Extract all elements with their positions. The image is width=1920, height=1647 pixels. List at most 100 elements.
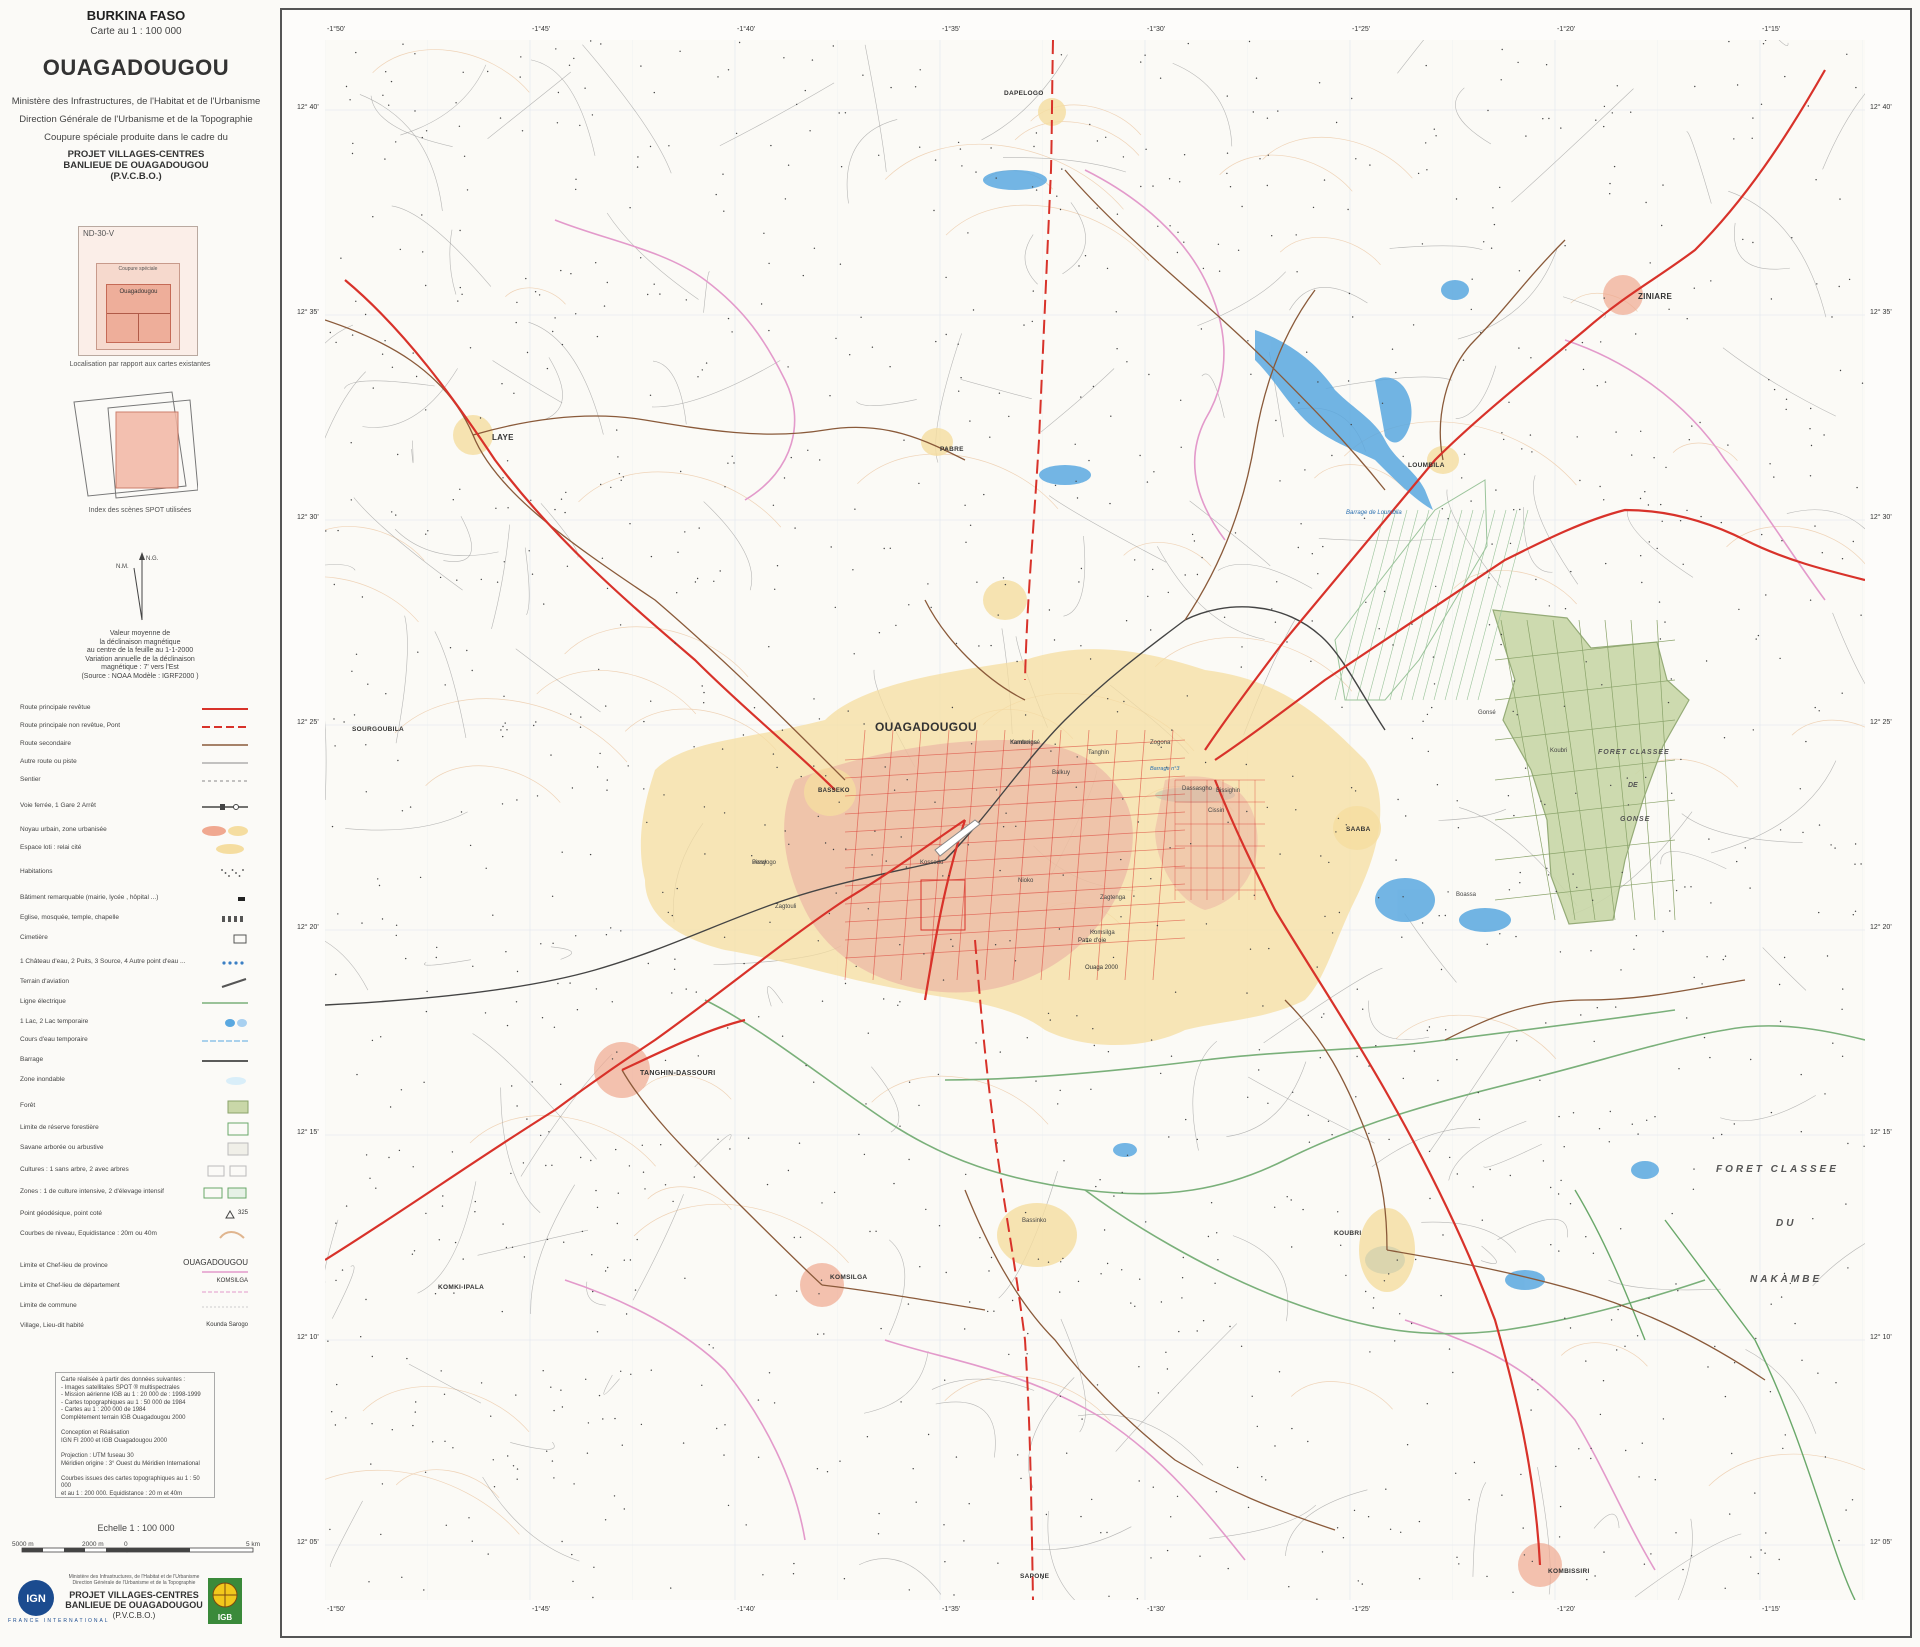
longitude-tick-bottom: -1°40' (737, 1606, 756, 1613)
legend-symbol-commune (200, 1300, 250, 1314)
forest-nakambe-label-3: NAKAMBE (1750, 1274, 1823, 1285)
legend-row: Voie ferrée, 1 Gare 2 Arrêt (18, 800, 250, 814)
ministry-line: Ministère des Infrastructures, de l'Habi… (11, 96, 261, 107)
legend-label: Limite et Chef-lieu de département (20, 1282, 120, 1289)
legend-symbol-brown-line (200, 738, 250, 752)
legend-row: Bâtiment remarquable (mairie, lycée , hô… (18, 892, 250, 906)
legend-symbol-rail (200, 800, 250, 814)
legend-symbol-church (200, 912, 250, 926)
igb-logo-icon: IGB (208, 1578, 242, 1624)
legend-row: Eglise, mosquée, temple, chapelle (18, 912, 250, 926)
legend-row: Forêt (18, 1100, 250, 1114)
legend-row: Barrage (18, 1054, 250, 1068)
legend-label: Zones : 1 de culture intensive, 2 d'élev… (20, 1188, 164, 1195)
city-label-komki-ipala: KOMKI-IPALA (438, 1284, 485, 1291)
city-label-ouagadougou: OUAGADOUGOU (875, 720, 977, 734)
map-margin-panel: BURKINA FASO Carte au 1 : 100 000 OUAGAD… (0, 0, 272, 1647)
longitude-tick-bottom: -1°45' (532, 1606, 551, 1613)
legend-row: Terrain d'aviation (18, 976, 250, 990)
village-label: Zagtouli (775, 904, 797, 910)
legend-label: Limite de réserve forestière (20, 1124, 99, 1131)
legend-province-value: OUAGADOUGOU (183, 1258, 248, 1267)
legend-symbol-red-dash (200, 720, 250, 734)
legend-label: Sentier (20, 776, 41, 783)
latitude-tick-right: 12° 40' (1870, 104, 1892, 111)
location-caption: Localisation par rapport aux cartes exis… (69, 361, 211, 368)
legend-row: Limite de commune (18, 1300, 250, 1314)
latitude-tick-left: 12° 05' (297, 1539, 319, 1546)
note-line: Complètement terrain IGB Ouagadougou 200… (61, 1414, 186, 1421)
legend-row: Zones : 1 de culture intensive, 2 d'élev… (18, 1186, 250, 1200)
project-line-3: (P.V.C.B.O.) (110, 171, 162, 182)
scale-middle-label: 2000 m (82, 1541, 104, 1548)
longitude-tick-bottom: -1°20' (1557, 1606, 1576, 1613)
location-special-label: Coupure spéciale (118, 266, 158, 272)
latitude-tick-right: 12° 15' (1870, 1129, 1892, 1136)
note-line: Conception et Réalisation (61, 1430, 130, 1437)
coupure-line: Coupure spéciale produite dans le cadre … (44, 132, 228, 143)
legend-symbol-red-line (200, 702, 250, 716)
declination-line: Variation annuelle de la déclinaison (85, 655, 195, 663)
legend-symbol-savanna (200, 1142, 250, 1156)
legend-label: Barrage (20, 1056, 44, 1063)
note-line: et au 1 : 200 000. Equidistance : 20 m e… (61, 1490, 183, 1497)
legend-label: Village, Lieu-dit habité (20, 1322, 84, 1329)
legend-symbol-dam (200, 1054, 250, 1068)
legend-label: 1 Lac, 2 Lac temporaire (20, 1018, 89, 1025)
map-source-notes: Carte réalisée à partir des données suiv… (55, 1372, 215, 1498)
note-line: - Cartes au 1 : 200 000 de 1984 (61, 1407, 146, 1414)
spot-caption: Index des scènes SPOT utilisées (88, 507, 192, 514)
north-arrow-diagram: N.G. N.M. (116, 552, 159, 621)
footer-project-3: (P.V.C.B.O.) (112, 1611, 156, 1620)
legend-label: Espace loti : relai cité (20, 844, 82, 851)
project-name: PROJET VILLAGES-CENTRES BANLIEUE DE OUAG… (0, 149, 272, 182)
village-label: Nioko (1018, 878, 1034, 884)
legend-row: Route principale non revêtue, Pont (18, 720, 250, 734)
village-label: Zogona (1150, 740, 1171, 746)
legend-symbol-stream (200, 1034, 250, 1048)
urban-kamboinse (983, 580, 1027, 620)
longitude-tick-top: -1°45' (532, 26, 551, 33)
legend-row: Cultures : 1 sans arbre, 2 avec arbres (18, 1164, 250, 1178)
legend-row: Autre route ou piste (18, 756, 250, 770)
legend-label: Courbes de niveau, Equidistance : 20m ou… (20, 1230, 157, 1237)
north-ng-label: N.G. (146, 556, 159, 562)
lake-pabre (1039, 465, 1091, 485)
legend-row: Limite et Chef-lieu de province OUAGADOUG… (18, 1258, 250, 1274)
note-line: IGN FI 2000 et IGB Ouagadougou 2000 (61, 1437, 168, 1444)
location-city-label: Ouagadougou (119, 289, 158, 295)
igb-logo-text: IGB (218, 1613, 232, 1622)
legend-symbol-cemetery (200, 932, 250, 946)
legend-label: Eglise, mosquée, temple, chapelle (20, 914, 120, 921)
legend-row: Route principale revêtue (18, 702, 250, 716)
longitude-tick-top: -1°30' (1147, 26, 1166, 33)
village-label: Boassa (1456, 892, 1477, 898)
legend-symbol-yellow-fill (200, 842, 250, 856)
legend-label: Point géodésique, point coté (20, 1210, 103, 1217)
location-city-sheet: Ouagadougou (106, 284, 171, 343)
lake-saaba-1 (1375, 878, 1435, 922)
scale-right-label: 5 km (246, 1541, 260, 1548)
legend-row: Noyau urbain, zone urbanisée (18, 824, 250, 838)
location-index-map: ND-30-V Coupure spéciale Ouagadougou (78, 226, 198, 356)
legend-label: Route principale non revêtue, Pont (20, 722, 121, 729)
declination-text: Valeur moyenne de la déclinaison magnétiq… (40, 630, 240, 681)
footer-project-1: PROJET VILLAGES-CENTRES (69, 1590, 199, 1600)
legend-row: 1 Château d'eau, 2 Puits, 3 Source, 4 Au… (18, 956, 250, 970)
legend-label: Route secondaire (20, 740, 71, 747)
longitude-tick-bottom: -1°15' (1762, 1606, 1781, 1613)
note-line (61, 1423, 209, 1431)
legend-label: Terrain d'aviation (20, 978, 69, 985)
legend-symbol-contours (200, 1228, 250, 1242)
legend-label: Savane arborée ou arbustive (20, 1144, 104, 1151)
spot-index-diagram (73, 391, 198, 499)
legend-symbol-forest (200, 1100, 250, 1114)
longitude-tick-top: -1°15' (1762, 26, 1781, 33)
legend-geodetic-value: 325 (237, 1210, 248, 1216)
legend-row: Courbes de niveau, Equidistance : 20m ou… (18, 1228, 250, 1242)
latitude-tick-left: 12° 20' (297, 924, 319, 931)
legend-label: Habitations (20, 868, 53, 875)
latitude-tick-right: 12° 20' (1870, 924, 1892, 931)
legend-row: Limite et Chef-lieu de département KOMSIL… (18, 1278, 250, 1294)
city-label-loumbila: LOUMBILA (1408, 462, 1445, 469)
